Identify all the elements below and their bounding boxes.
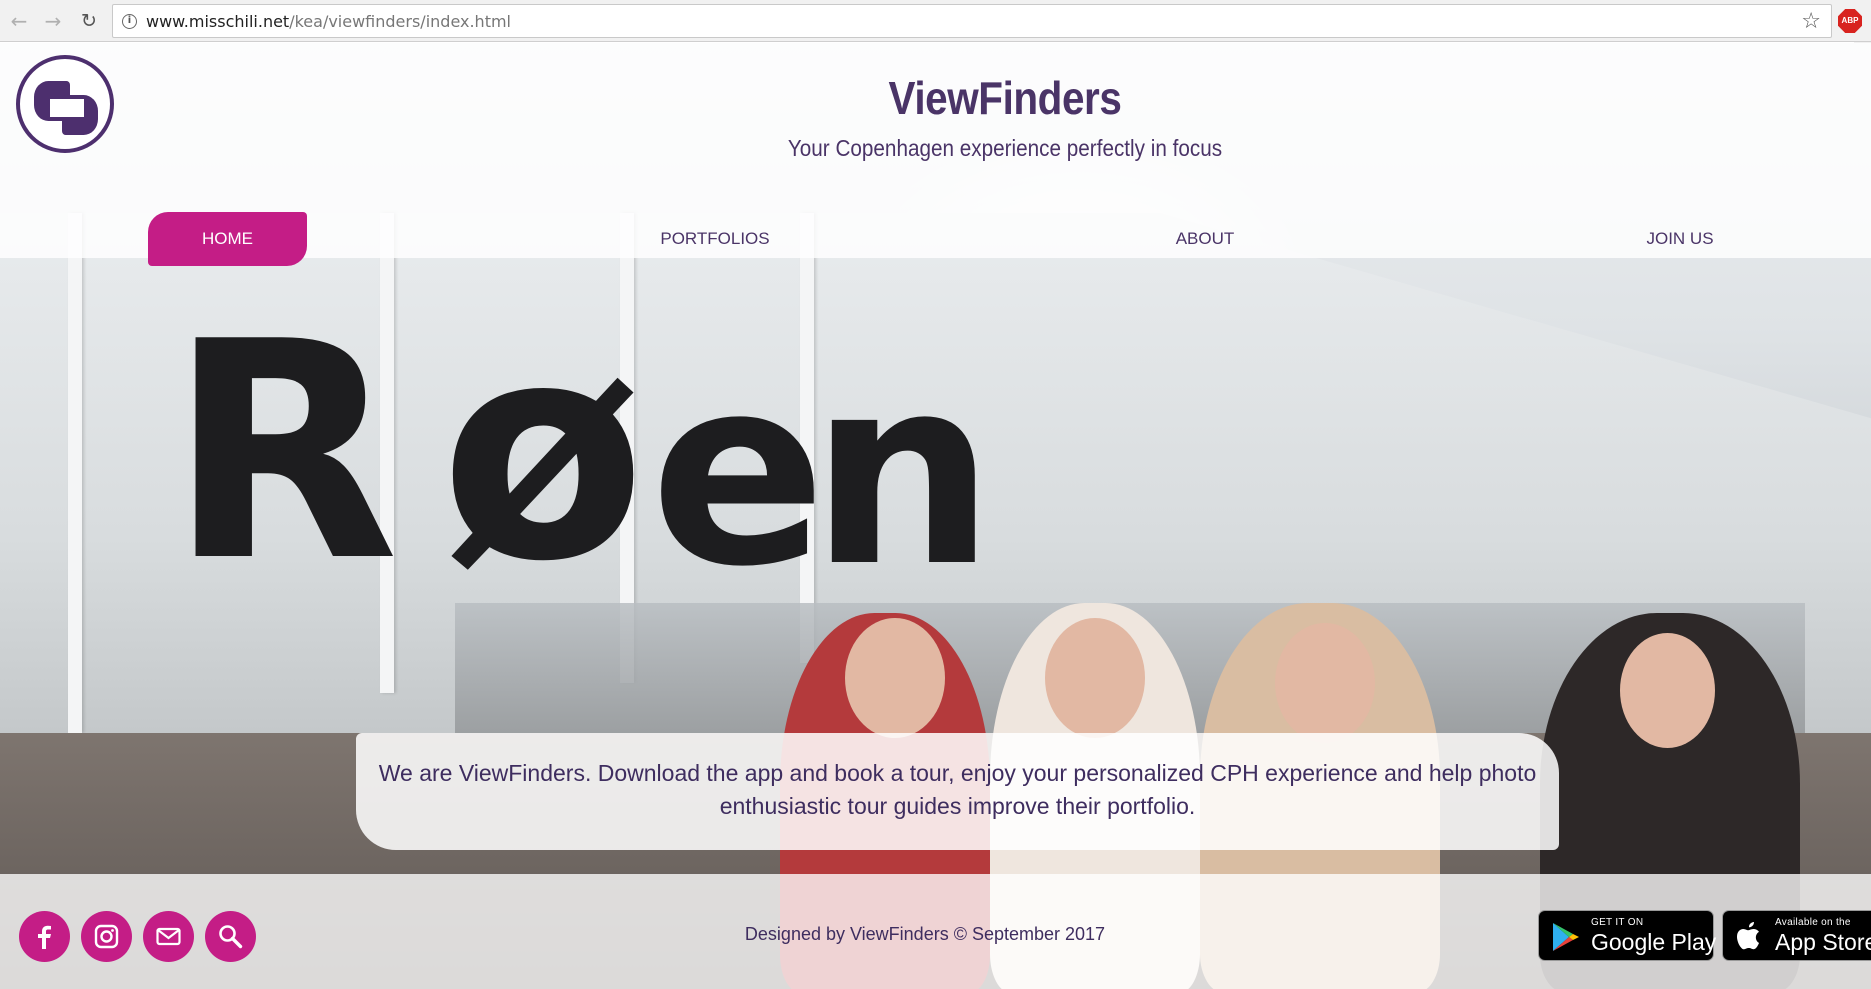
info-icon[interactable]: i [122,14,137,29]
main-menu: HOME PORTFOLIOS ABOUT JOIN US [0,212,1871,266]
sign-letter: ø [440,278,647,627]
app-store-badge[interactable]: Available on the App Store [1722,910,1871,961]
intro-box: We are ViewFinders. Download the app and… [356,733,1559,850]
menu-item-about[interactable]: ABOUT [1140,212,1270,266]
url-text[interactable]: www.misschili.net/kea/viewfinders/index.… [146,12,511,31]
address-bar[interactable]: i www.misschili.net/kea/viewfinders/inde… [112,4,1832,38]
app-store-small-text: Available on the [1775,917,1851,928]
app-store-big-text: App Store [1775,929,1871,955]
sign-letter: e [650,322,827,624]
forward-arrow-icon[interactable]: → [40,8,66,34]
hero-person-face [845,618,945,738]
browser-toolbar: ← → ↻ i www.misschili.net/kea/viewfinder… [0,0,1871,42]
footer: Designed by ViewFinders © September 2017… [0,874,1871,989]
apple-icon [1737,922,1759,950]
menu-item-portfolios[interactable]: PORTFOLIOS [640,212,790,266]
menu-item-join-us[interactable]: JOIN US [1615,212,1745,266]
google-play-small-text: GET IT ON [1591,917,1644,928]
sign-letter: R [168,278,400,627]
menu-item-home[interactable]: HOME [148,212,307,266]
adblock-plus-icon[interactable]: ABP [1838,9,1862,33]
google-play-icon [1553,923,1579,951]
page: R ø e n ViewFinders Your Copenhagen expe… [0,43,1871,989]
hero-person-face [1275,623,1375,743]
back-arrow-icon[interactable]: ← [6,8,32,34]
reload-icon[interactable]: ↻ [76,8,102,34]
sign-letter: n [810,322,996,624]
pillar [68,213,82,733]
google-play-big-text: Google Play [1591,929,1717,955]
hero-person-face [1045,618,1145,738]
site-logo[interactable] [16,55,114,153]
hero-person-face [1620,633,1715,748]
site-title: ViewFinders [888,72,1122,124]
bookmark-star-icon[interactable]: ☆ [1801,9,1821,34]
google-play-badge[interactable]: GET IT ON Google Play [1538,910,1717,961]
site-tagline: Your Copenhagen experience perfectly in … [787,135,1223,161]
